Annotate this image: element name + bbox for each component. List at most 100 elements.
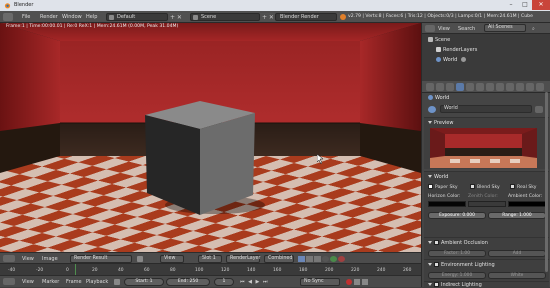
outliner-item-renderlayers[interactable]: RenderLayers (436, 47, 477, 53)
range-field[interactable]: Range: 1.000 (488, 212, 546, 219)
texture-tab-icon[interactable] (516, 83, 524, 91)
sync-label: No Sync (304, 279, 324, 284)
paper-sky-checkbox[interactable]: Paper Sky (428, 184, 458, 190)
data-tab-icon[interactable] (496, 83, 504, 91)
physics-tab-icon[interactable] (536, 83, 544, 91)
timeline-menu-marker[interactable]: Marker (42, 279, 59, 285)
object-tab-icon[interactable] (466, 83, 474, 91)
world-breadcrumb-label: World (435, 95, 450, 101)
editor-type-icon[interactable] (3, 13, 13, 21)
timeline-tick: 180 (299, 268, 308, 273)
sync-dropdown[interactable]: No Sync (300, 278, 340, 286)
world-panel-header[interactable]: World (428, 174, 448, 180)
paper-sky-label: Paper Sky (435, 185, 458, 190)
checkbox-icon (428, 184, 433, 189)
timeline-menu-playback[interactable]: Playback (86, 279, 108, 285)
ao-factor-field[interactable]: Factor: 1.00 (428, 250, 486, 257)
start-frame-field[interactable]: Start: 1 (124, 278, 164, 286)
render-engine-dropdown[interactable]: Blender Render (275, 13, 337, 21)
ao-factor-label: Factor: (443, 251, 459, 256)
menu-file[interactable]: File (22, 14, 30, 20)
minimize-button[interactable]: – (504, 0, 518, 10)
image-editor-type-icon[interactable] (3, 255, 15, 262)
layers-tab-icon[interactable] (436, 83, 444, 91)
ambient-color-swatch[interactable] (508, 201, 546, 207)
fake-user-icon[interactable] (535, 106, 543, 113)
properties-scrollbar[interactable] (545, 92, 548, 272)
world-datablock-field[interactable]: World (440, 105, 532, 113)
modifiers-tab-icon[interactable] (486, 83, 494, 91)
env-enable-checkbox[interactable] (434, 262, 439, 267)
outliner-tree[interactable]: Scene RenderLayers World (422, 34, 550, 81)
timeline-menu-frame[interactable]: Frame (66, 279, 82, 285)
indirect-enable-checkbox[interactable] (434, 282, 439, 287)
material-tab-icon[interactable] (506, 83, 514, 91)
channel-icons[interactable] (298, 256, 356, 262)
env-energy-field[interactable]: Energy: 1.000 (428, 272, 486, 279)
timeline-tick: 160 (273, 268, 282, 273)
timeline-tick: 80 (170, 268, 176, 273)
ambient-occlusion-header[interactable]: Ambient Occlusion (428, 240, 488, 246)
add-layout-icon[interactable]: + ✕ (170, 14, 182, 21)
close-button[interactable]: ✕ (532, 0, 550, 10)
outliner-item-world[interactable]: World (436, 57, 466, 63)
timeline-header: View Marker Frame Playback Start: 1 End:… (0, 275, 421, 287)
timeline-menu-view[interactable]: View (22, 279, 34, 285)
outliner-view-menu[interactable]: View (438, 26, 450, 32)
indirect-lighting-header[interactable]: Indirect Lighting (428, 282, 482, 288)
start-label: Start: (135, 279, 149, 284)
environment-lighting-header[interactable]: Environment Lighting (428, 262, 495, 268)
screen-layout-dropdown[interactable]: Default (106, 13, 168, 21)
world-datablock-icon[interactable] (428, 106, 436, 113)
outliner-filter-dropdown[interactable]: All Scenes (484, 24, 526, 32)
render-viewport[interactable]: Frame:1 | Time:00:00.01 | Re:0 ReX:1 | M… (0, 23, 421, 261)
ao-blend-dropdown[interactable]: Add (488, 250, 546, 257)
menu-window[interactable]: Window (62, 14, 82, 20)
render-layer-dropdown[interactable]: RenderLayer (226, 255, 260, 263)
outliner-type-icon[interactable] (425, 25, 435, 32)
particles-tab-icon[interactable] (526, 83, 534, 91)
image-browse-dropdown[interactable]: Render Result (70, 255, 132, 263)
timeline-type-icon[interactable] (3, 278, 15, 285)
exposure-field[interactable]: Exposure: 0.000 (428, 212, 486, 219)
properties-editor: World World Preview World Paper Sky Blen… (422, 93, 550, 288)
menu-image[interactable]: Image (42, 256, 58, 262)
world-tab-icon[interactable] (456, 83, 464, 91)
real-sky-label: Real Sky (517, 185, 537, 190)
menu-render[interactable]: Render (40, 14, 58, 20)
preview-panel: Preview (424, 117, 549, 169)
engine-label: Blender Render (280, 14, 319, 20)
preview-title: Preview (434, 120, 454, 126)
horizon-color-swatch[interactable] (428, 201, 466, 207)
constraints-tab-icon[interactable] (476, 83, 484, 91)
real-sky-checkbox[interactable]: Real Sky (510, 184, 537, 190)
env-color-dropdown[interactable]: White (488, 272, 546, 279)
scene-dropdown[interactable]: Scene (190, 13, 260, 21)
slot-dropdown[interactable]: Slot 1 (198, 255, 222, 263)
ambient-color-label: Ambient Color: (508, 194, 543, 199)
search-icon[interactable]: ⌕ (532, 26, 535, 32)
render-pass-dropdown[interactable]: Combined (264, 255, 294, 263)
outliner-search-menu[interactable]: Search (458, 26, 475, 32)
end-frame-field[interactable]: End: 250 (166, 278, 210, 286)
view-dropdown[interactable]: View (160, 255, 184, 263)
add-scene-icon[interactable]: + ✕ (262, 14, 274, 21)
outliner-item-scene[interactable]: Scene (428, 37, 450, 43)
scene-tab-icon[interactable] (446, 83, 454, 91)
current-frame-field[interactable]: 1 (214, 278, 234, 286)
pin-icon[interactable] (137, 256, 143, 262)
right-panel: View Search All Scenes ⌕ Scene RenderLay… (421, 23, 550, 288)
playback-controls[interactable]: ⏮ ◀ ▶ ⏭ (240, 279, 268, 285)
keying-icons[interactable] (346, 279, 396, 285)
preview-range-icon[interactable] (114, 279, 120, 285)
indirect-lighting-panel: Indirect Lighting (424, 281, 549, 288)
maximize-button[interactable]: □ (518, 0, 532, 10)
ao-enable-checkbox[interactable] (434, 240, 439, 245)
menu-view[interactable]: View (22, 256, 34, 262)
blend-sky-checkbox[interactable]: Blend Sky (470, 184, 500, 190)
render-tab-icon[interactable] (426, 83, 434, 91)
zenith-color-swatch[interactable] (468, 201, 506, 207)
menu-help[interactable]: Help (86, 14, 97, 20)
timeline-ruler[interactable]: -40 -20 0 20 40 60 80 100 120 140 160 18… (0, 263, 421, 276)
preview-panel-header[interactable]: Preview (428, 120, 453, 126)
